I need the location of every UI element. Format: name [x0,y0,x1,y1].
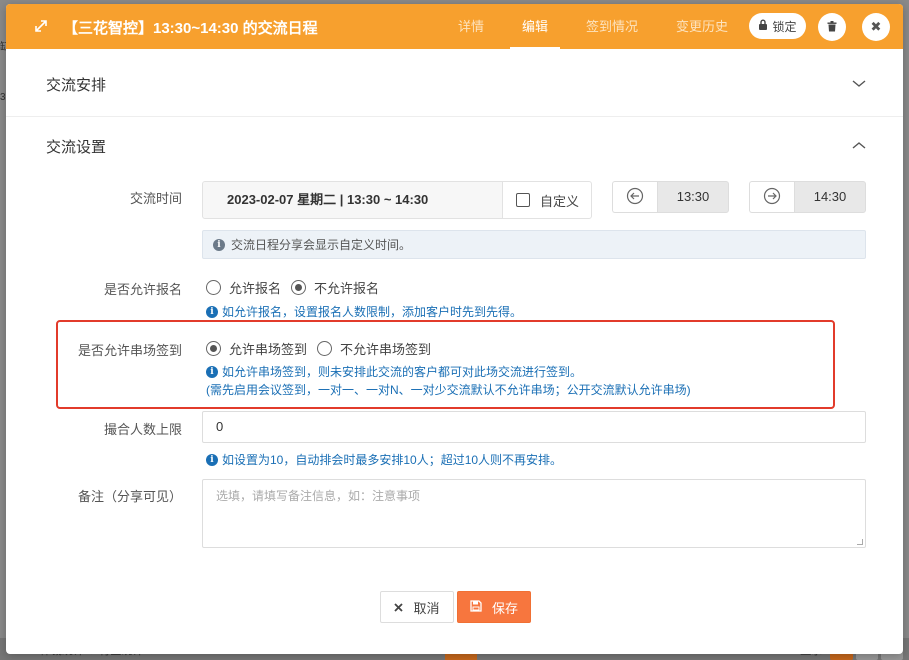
delete-button[interactable] [818,13,846,41]
registration-radio-group: 允许报名 不允许报名 [206,278,389,297]
registration-hint-text: 如允许报名，设置报名人数限制，添加客户时先到先得。 [222,305,523,319]
info-icon: i [206,365,218,378]
cross-checkin-hint-note: (需先启用会议签到，一对一、一对N、一对少交流默认不允许串场；公开交流默认允许串… [206,381,691,398]
date-range-field[interactable]: 2023-02-07 星期二 | 13:30 ~ 14:30 [202,181,503,219]
lock-icon [758,19,768,33]
registration-label: 是否允许报名 [103,282,182,297]
trash-icon [827,20,837,35]
cross-checkin-radio-group: 允许串场签到 不允许串场签到 [206,339,441,358]
lock-label: 锁定 [772,19,797,34]
floppy-disk-icon [470,599,482,615]
arrow-right-circle-icon [763,187,781,208]
modal-tabs: 详情 编辑 签到情况 变更历史 [446,4,740,49]
custom-time-checkbox[interactable]: 自定义 [502,181,592,219]
cross-checkin-hint-note-text: (需先启用会议签到，一对一、一对N、一对少交流默认不允许串场；公开交流默认允许串… [206,383,691,397]
chevron-up-icon[interactable] [852,138,866,152]
resize-handle[interactable] [857,539,863,545]
radio-disallow-registration[interactable] [291,280,307,295]
section-title-settings[interactable]: 交流设置 [46,136,106,157]
close-icon [394,600,404,615]
chevron-down-icon[interactable] [852,76,866,90]
radio-label[interactable]: 不允许报名 [314,278,379,297]
info-icon: i [206,305,218,318]
schedule-modal: 【三花智控】13:30~14:30 的交流日程 详情 编辑 签到情况 变更历史 … [6,4,903,654]
remark-textarea[interactable]: 选填，请填写备注信息，如：注意事项 [202,479,866,548]
tab-checkin-status[interactable]: 签到情况 [574,4,650,49]
cancel-label: 取消 [413,600,440,616]
end-time-input[interactable]: 14:30 [794,181,866,213]
radio-label[interactable]: 允许报名 [229,278,281,297]
close-icon: ✖ [870,19,882,34]
modal-header: 【三花智控】13:30~14:30 的交流日程 详情 编辑 签到情况 变更历史 … [6,4,903,49]
max-people-label: 撮合人数上限 [103,422,182,437]
checkbox-icon[interactable] [516,193,530,207]
radio-allow-cross-checkin[interactable] [206,341,221,356]
tab-change-history[interactable]: 变更历史 [664,4,740,49]
info-icon: i [206,453,218,466]
radio-label[interactable]: 允许串场签到 [229,339,307,358]
custom-time-label: 自定义 [540,193,580,209]
end-time-field[interactable]: 14:30 [749,181,866,213]
modal-title: 【三花智控】13:30~14:30 的交流日程 [63,20,318,37]
background-edge-text: 3 [0,92,6,103]
close-button[interactable]: ✖ [862,13,890,41]
max-people-input[interactable]: 0 [202,411,866,443]
section-divider [6,116,903,117]
max-people-hint: i 如设置为10，自动排会时最多安排10人；超过10人则不再安排。 [206,451,562,468]
radio-disallow-cross-checkin[interactable] [317,341,333,356]
start-time-field[interactable]: 13:30 [612,181,729,213]
cross-checkin-hint: i 如允许串场签到，则未安排此交流的客户都可对此场交流进行签到。 [206,363,582,380]
tab-edit[interactable]: 编辑 [510,4,561,49]
expand-icon[interactable] [34,19,48,33]
end-time-prefix [749,181,794,213]
registration-hint: i 如允许报名，设置报名人数限制，添加客户时先到先得。 [206,303,522,320]
start-time-input[interactable]: 13:30 [657,181,729,213]
start-time-prefix [612,181,657,213]
lock-button[interactable]: 锁定 [749,13,806,39]
radio-allow-registration[interactable] [206,280,221,295]
arrow-left-circle-icon [626,187,644,208]
radio-label[interactable]: 不允许串场签到 [340,339,431,358]
time-info-banner: i 交流日程分享会显示自定义时间。 [202,230,866,259]
time-label: 交流时间 [129,191,182,206]
cross-checkin-label: 是否允许串场签到 [77,343,182,358]
remark-label: 备注（分享可见） [77,489,182,504]
info-icon: i [213,238,225,251]
save-label: 保存 [491,600,518,616]
tab-details[interactable]: 详情 [446,4,496,49]
section-title-arrangement[interactable]: 交流安排 [46,74,106,95]
max-people-hint-text: 如设置为10，自动排会时最多安排10人；超过10人则不再安排。 [222,453,563,467]
remark-placeholder: 选填，请填写备注信息，如：注意事项 [216,489,421,503]
time-info-text: 交流日程分享会显示自定义时间。 [231,238,412,252]
save-button[interactable]: 保存 [457,591,531,623]
cross-checkin-hint-text: 如允许串场签到，则未安排此交流的客户都可对此场交流进行签到。 [222,365,583,379]
cancel-button[interactable]: 取消 [380,591,454,623]
